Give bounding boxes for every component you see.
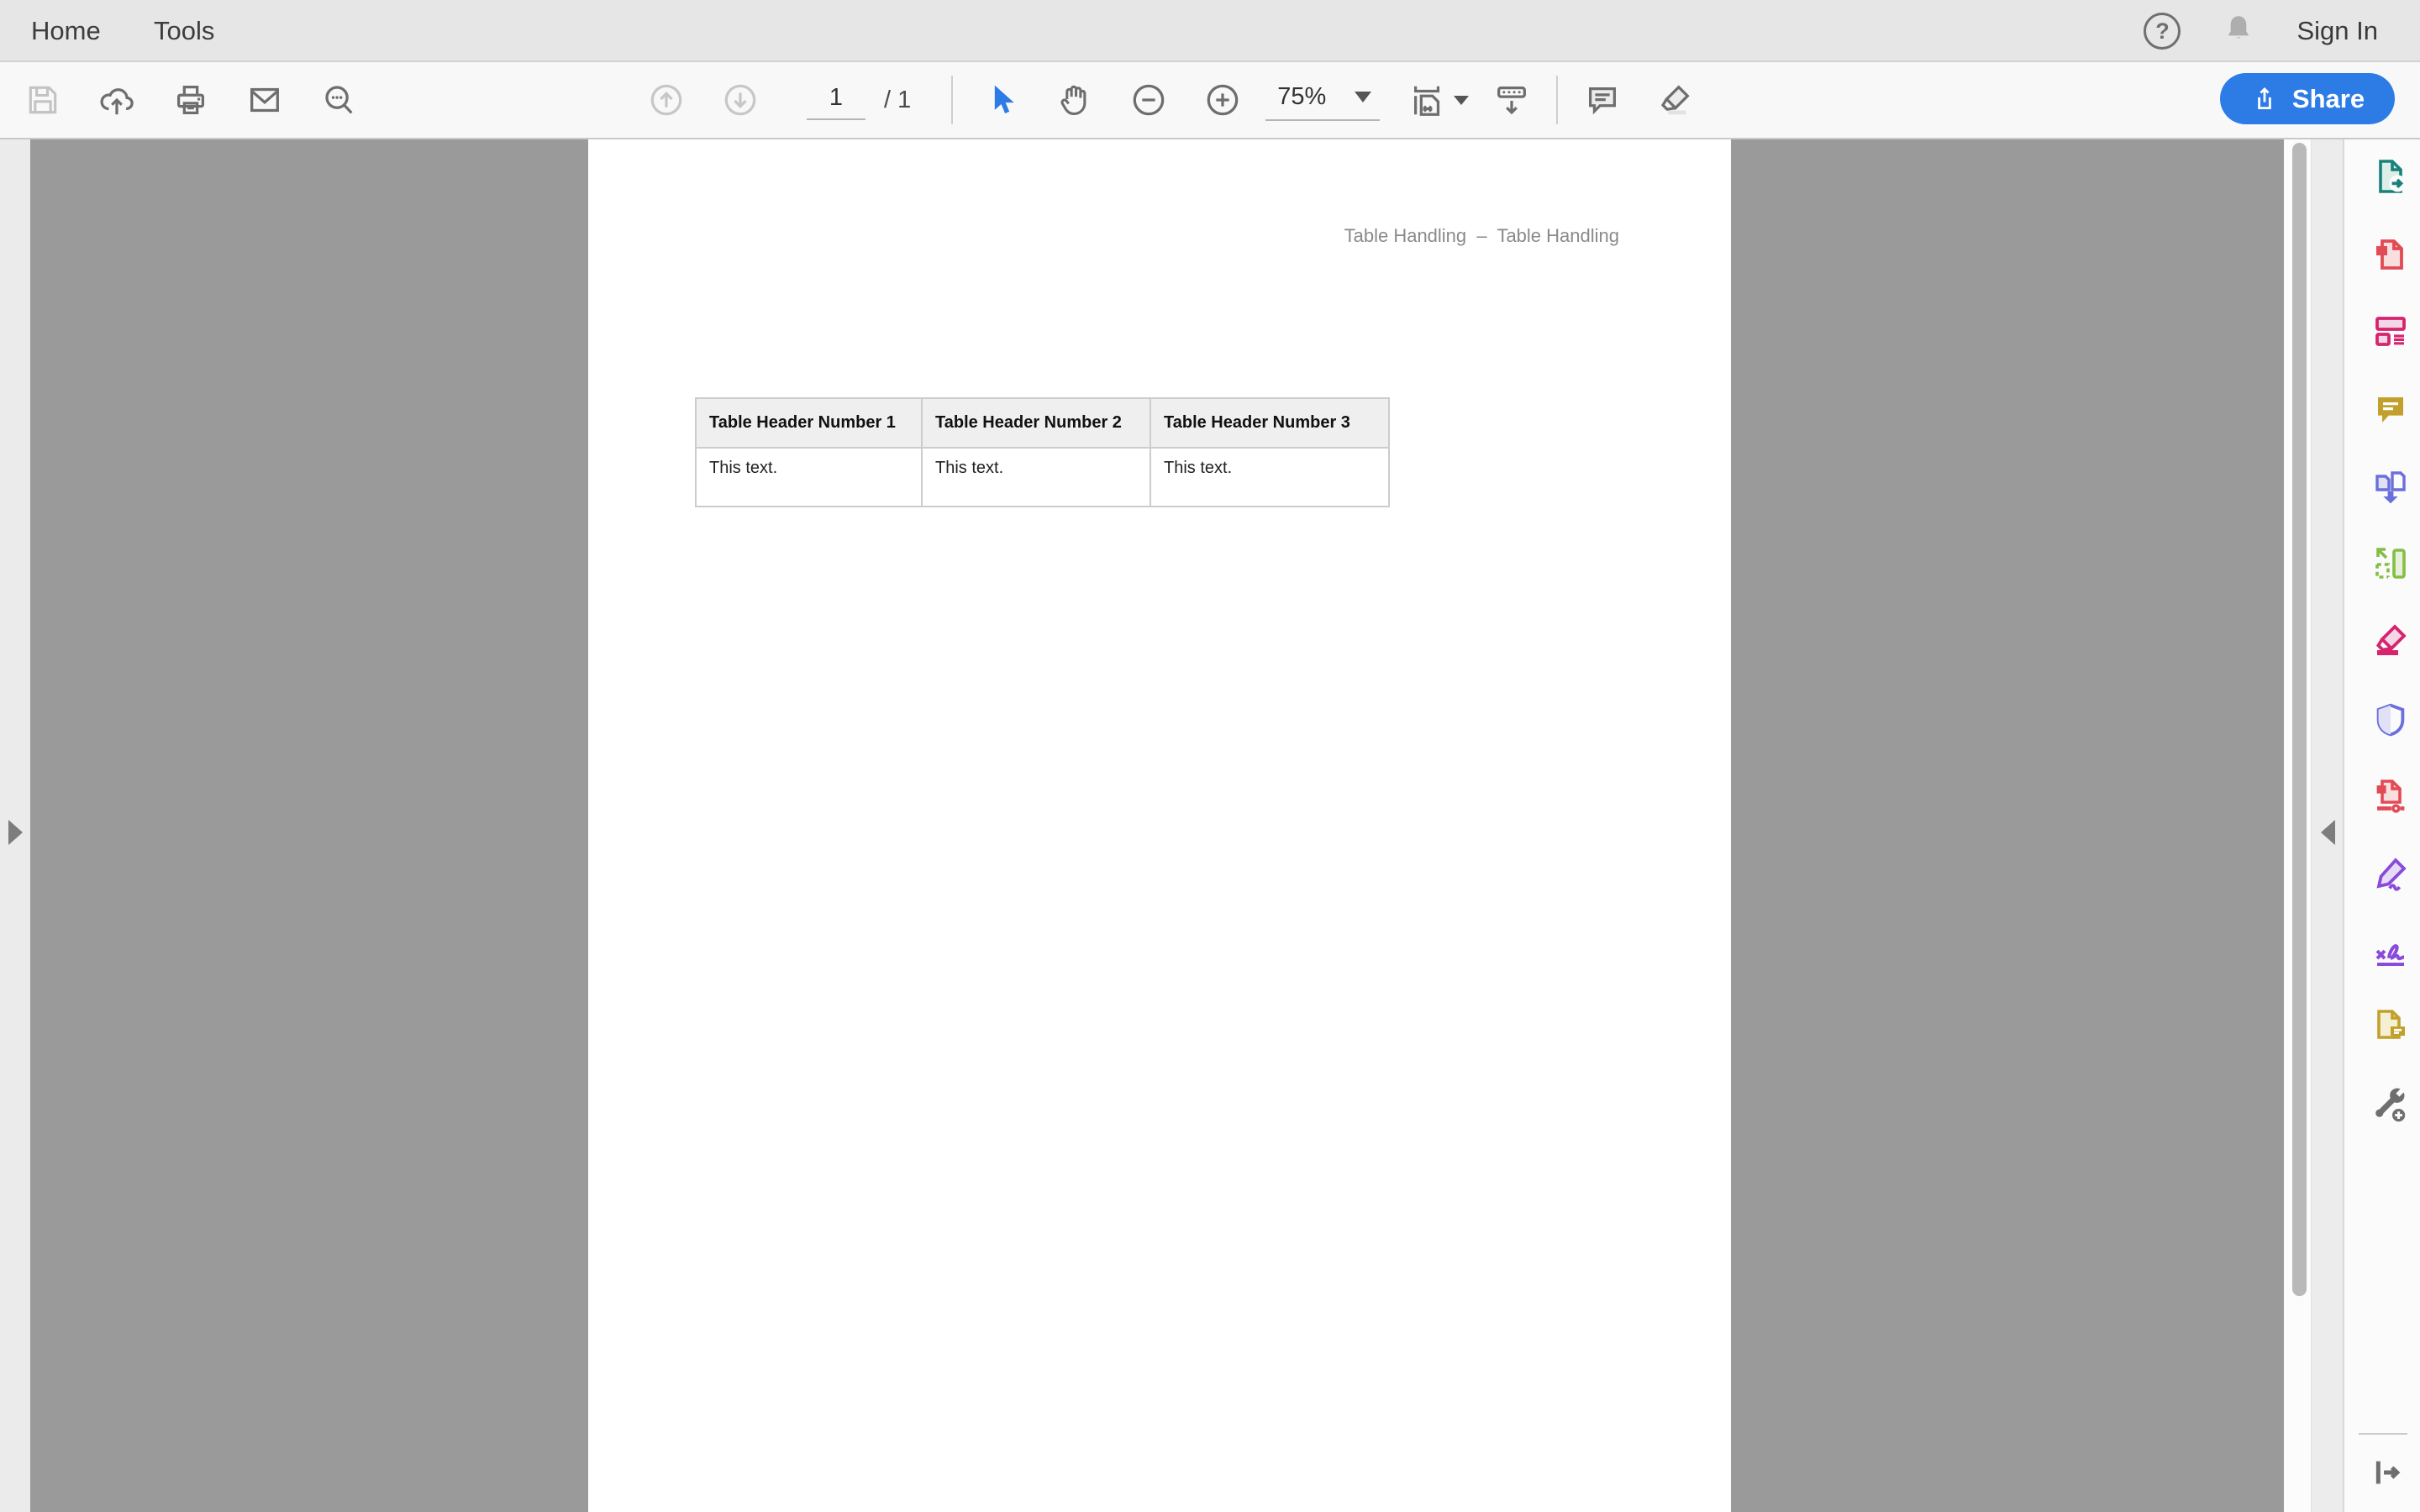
table-header-cell: Table Header Number 2: [921, 397, 1151, 449]
collapse-tools-pane-icon[interactable]: [2321, 820, 2335, 845]
combine-files-icon[interactable]: [2370, 467, 2411, 507]
tab-tools[interactable]: Tools: [154, 0, 214, 62]
zoom-out-icon[interactable]: [1129, 81, 1168, 119]
highlight-icon[interactable]: [1655, 81, 1694, 119]
zoom-level-dropdown[interactable]: 75%: [1265, 80, 1381, 121]
page-number-input[interactable]: [807, 80, 865, 120]
save-icon[interactable]: [24, 81, 62, 119]
tab-bar: Home Tools ? Sign In: [0, 0, 2420, 62]
chevron-down-icon[interactable]: [1454, 95, 1470, 105]
scrollbar-thumb[interactable]: [2292, 143, 2307, 1296]
table-row: This text. This text. This text.: [695, 447, 1390, 507]
nav-pane-strip[interactable]: [0, 139, 30, 1512]
pdf-page[interactable]: Table Handling – Table Handling Table He…: [588, 139, 1731, 1512]
table-header-cell: Table Header Number 3: [1150, 397, 1390, 449]
open-tools-pane-icon[interactable]: [2365, 1453, 2404, 1492]
comment-icon[interactable]: [1583, 81, 1622, 119]
pdf-running-header: Table Handling – Table Handling: [1344, 225, 1619, 246]
chevron-down-icon: [1355, 91, 1372, 102]
sign-in-link[interactable]: Sign In: [2296, 16, 2378, 46]
comment-icon[interactable]: [2370, 390, 2411, 430]
redact-icon[interactable]: [2370, 621, 2411, 661]
page-down-icon[interactable]: [721, 81, 760, 119]
zoom-level-value: 75%: [1277, 82, 1327, 110]
main-area: Table Handling – Table Handling Table He…: [0, 139, 2420, 1512]
select-tool-icon[interactable]: [983, 81, 1022, 119]
page-count-label: / 1: [884, 86, 912, 113]
rail-divider: [2359, 1433, 2407, 1435]
hand-tool-icon[interactable]: [1055, 81, 1094, 119]
vertical-scrollbar[interactable]: [2284, 139, 2311, 1512]
notifications-bell-icon[interactable]: [2221, 12, 2256, 51]
table-header-cell: Table Header Number 1: [695, 397, 923, 449]
share-button[interactable]: Share: [2220, 73, 2395, 124]
search-icon[interactable]: [319, 81, 358, 119]
fill-sign-icon[interactable]: [2370, 854, 2411, 895]
more-tools-icon[interactable]: [2370, 1085, 2411, 1126]
cloud-upload-icon[interactable]: [97, 81, 136, 119]
toolbar: / 1 75%: [0, 62, 2420, 139]
zoom-in-icon[interactable]: [1203, 81, 1242, 119]
send-for-comments-icon[interactable]: [2370, 1005, 2411, 1046]
edit-pdf-icon[interactable]: [2370, 311, 2411, 351]
create-pdf-icon[interactable]: [2370, 234, 2411, 274]
request-signatures-icon[interactable]: [2370, 930, 2411, 970]
tools-rail: [2343, 139, 2420, 1512]
protect-icon[interactable]: [2370, 700, 2411, 740]
pdf-table: Table Header Number 1 Table Header Numbe…: [695, 397, 1390, 507]
table-cell: This text.: [1150, 447, 1390, 507]
export-pdf-icon[interactable]: [2370, 156, 2411, 197]
table-cell: This text.: [921, 447, 1151, 507]
help-icon[interactable]: ?: [2144, 13, 2181, 50]
expand-nav-pane-icon[interactable]: [8, 820, 23, 845]
table-header-row: Table Header Number 1 Table Header Numbe…: [695, 397, 1390, 449]
scroll-mode-icon[interactable]: [1492, 81, 1531, 119]
tools-pane-strip[interactable]: [2311, 139, 2343, 1512]
document-viewport[interactable]: Table Handling – Table Handling Table He…: [30, 139, 2284, 1512]
page-up-icon[interactable]: [647, 81, 686, 119]
email-icon[interactable]: [245, 81, 284, 119]
fit-width-icon[interactable]: [1408, 81, 1447, 119]
compress-pdf-icon[interactable]: [2370, 775, 2411, 816]
share-button-label: Share: [2291, 83, 2365, 113]
table-cell: This text.: [695, 447, 923, 507]
organize-pages-icon[interactable]: [2370, 543, 2411, 584]
print-icon[interactable]: [171, 81, 210, 119]
tab-home[interactable]: Home: [31, 0, 101, 62]
